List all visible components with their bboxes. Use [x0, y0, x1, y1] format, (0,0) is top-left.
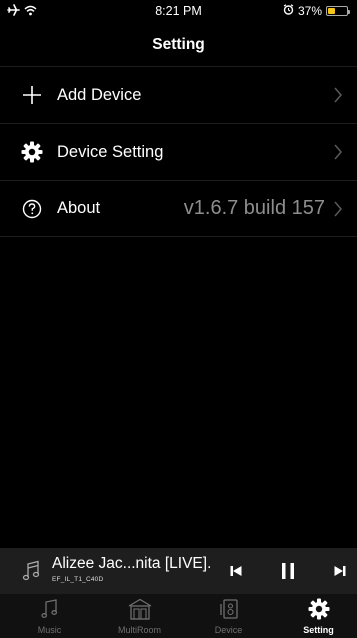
- tab-bar: Music MultiRoom Device Setting: [0, 594, 357, 638]
- tab-label: Setting: [303, 625, 334, 635]
- menu-item-add-device[interactable]: Add Device: [0, 66, 357, 123]
- menu-item-about[interactable]: About v1.6.7 build 157: [0, 180, 357, 237]
- tab-setting[interactable]: Setting: [283, 594, 354, 638]
- chevron-right-icon: [333, 86, 347, 104]
- settings-menu: Add Device Device Setting About v1.6.7 b…: [0, 66, 357, 237]
- next-button[interactable]: [330, 561, 350, 581]
- gear-icon: [283, 598, 354, 620]
- menu-item-label: Add Device: [57, 85, 142, 104]
- app-version: v1.6.7 build 157: [183, 197, 325, 219]
- tab-label: Music: [37, 625, 62, 635]
- menu-item-label: Device Setting: [57, 142, 164, 161]
- plus-icon: [20, 83, 44, 107]
- track-device: EF_IL_T1_C40D: [52, 576, 104, 583]
- status-bar: 8:21 PM 37%: [0, 0, 357, 22]
- music-note-icon: [22, 560, 40, 587]
- previous-button[interactable]: [226, 561, 246, 581]
- music-note-icon: [14, 598, 85, 620]
- pause-icon: [282, 563, 294, 579]
- mini-player[interactable]: Alizee Jac...nita [LIVE]. EF_IL_T1_C40D: [0, 548, 357, 594]
- chevron-right-icon: [333, 200, 347, 218]
- gear-icon: [20, 140, 44, 164]
- menu-item-device-setting[interactable]: Device Setting: [0, 123, 357, 180]
- question-circle-icon: [20, 197, 44, 221]
- battery-fill: [328, 8, 335, 14]
- tab-multiroom[interactable]: MultiRoom: [104, 594, 175, 638]
- speaker-icon: [193, 598, 264, 620]
- pause-button[interactable]: [278, 561, 298, 581]
- track-title: Alizee Jac...nita [LIVE].: [52, 555, 212, 572]
- multiroom-icon: [104, 598, 175, 620]
- menu-item-label: About: [57, 199, 101, 217]
- page-title: Setting: [152, 36, 205, 53]
- tab-label: Device: [214, 625, 243, 635]
- previous-icon: [230, 566, 242, 576]
- status-right: 37%: [283, 4, 350, 18]
- battery-percent: 37%: [297, 4, 322, 18]
- tab-music[interactable]: Music: [14, 594, 85, 638]
- chevron-right-icon: [333, 143, 347, 161]
- alarm-icon: [283, 4, 294, 18]
- battery-icon: [326, 6, 350, 16]
- next-icon: [334, 566, 346, 576]
- tab-label: MultiRoom: [117, 625, 161, 635]
- tab-device[interactable]: Device: [193, 594, 264, 638]
